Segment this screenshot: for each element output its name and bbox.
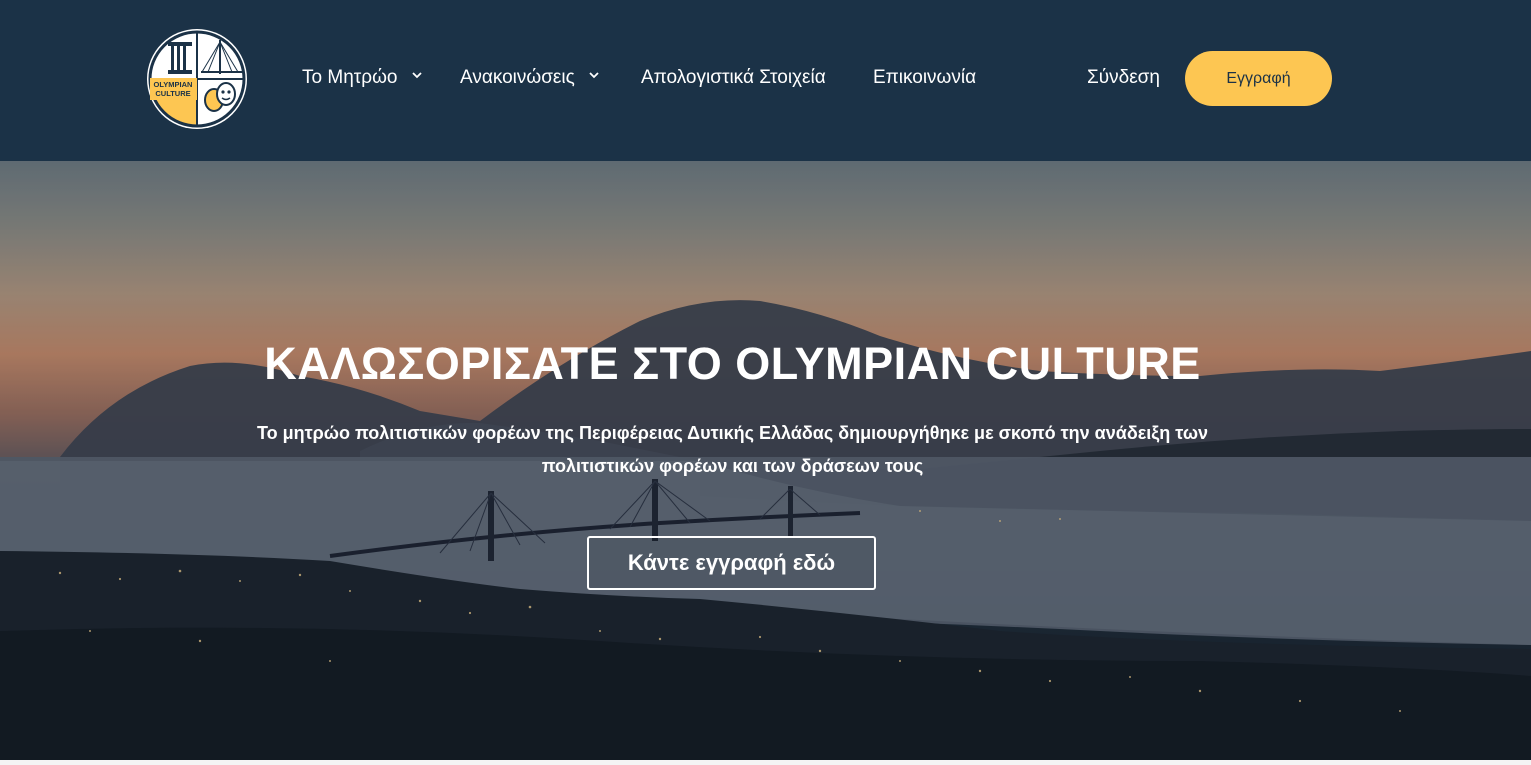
hero-title: ΚΑΛΩΣΟΡΙΣΑΤΕ ΣΤΟ OLYMPIAN CULTURE	[264, 338, 1201, 389]
nav-item-reports-label: Απολογιστικά Στοιχεία	[641, 67, 826, 88]
site-header: OLYMPIAN CULTURE Το Μητρώο Ανακοινώσεις …	[0, 0, 1531, 161]
nav-item-reports[interactable]: Απολογιστικά Στοιχεία	[641, 66, 826, 90]
nav-item-registry-label: Το Μητρώο	[302, 67, 398, 88]
nav-item-registry[interactable]: Το Μητρώο	[302, 66, 423, 90]
logo-emblem-icon: OLYMPIAN CULTURE	[147, 29, 247, 129]
chevron-down-icon	[412, 72, 422, 79]
logo-text-line1: OLYMPIAN	[154, 80, 193, 89]
hero-section: ΚΑΛΩΣΟΡΙΣΑΤΕ ΣΤΟ OLYMPIAN CULTURE Το μητ…	[0, 161, 1531, 765]
register-here-button[interactable]: Κάντε εγγραφή εδώ	[587, 536, 876, 590]
login-link[interactable]: Σύνδεση	[1087, 66, 1160, 90]
nav-item-contact[interactable]: Επικοινωνία	[873, 66, 976, 90]
nav-item-announcements[interactable]: Ανακοινώσεις	[460, 66, 600, 90]
nav-item-announcements-label: Ανακοινώσεις	[460, 67, 575, 88]
hero-subtitle: Το μητρώο πολιτιστικών φορέων της Περιφέ…	[256, 423, 1209, 476]
site-logo[interactable]: OLYMPIAN CULTURE	[146, 28, 248, 130]
page-bottom-edge	[0, 760, 1531, 765]
logo-text-line2: CULTURE	[155, 89, 190, 98]
chevron-down-icon	[589, 72, 599, 79]
nav-item-contact-label: Επικοινωνία	[873, 67, 977, 88]
register-button[interactable]: Εγγραφή	[1185, 51, 1332, 106]
